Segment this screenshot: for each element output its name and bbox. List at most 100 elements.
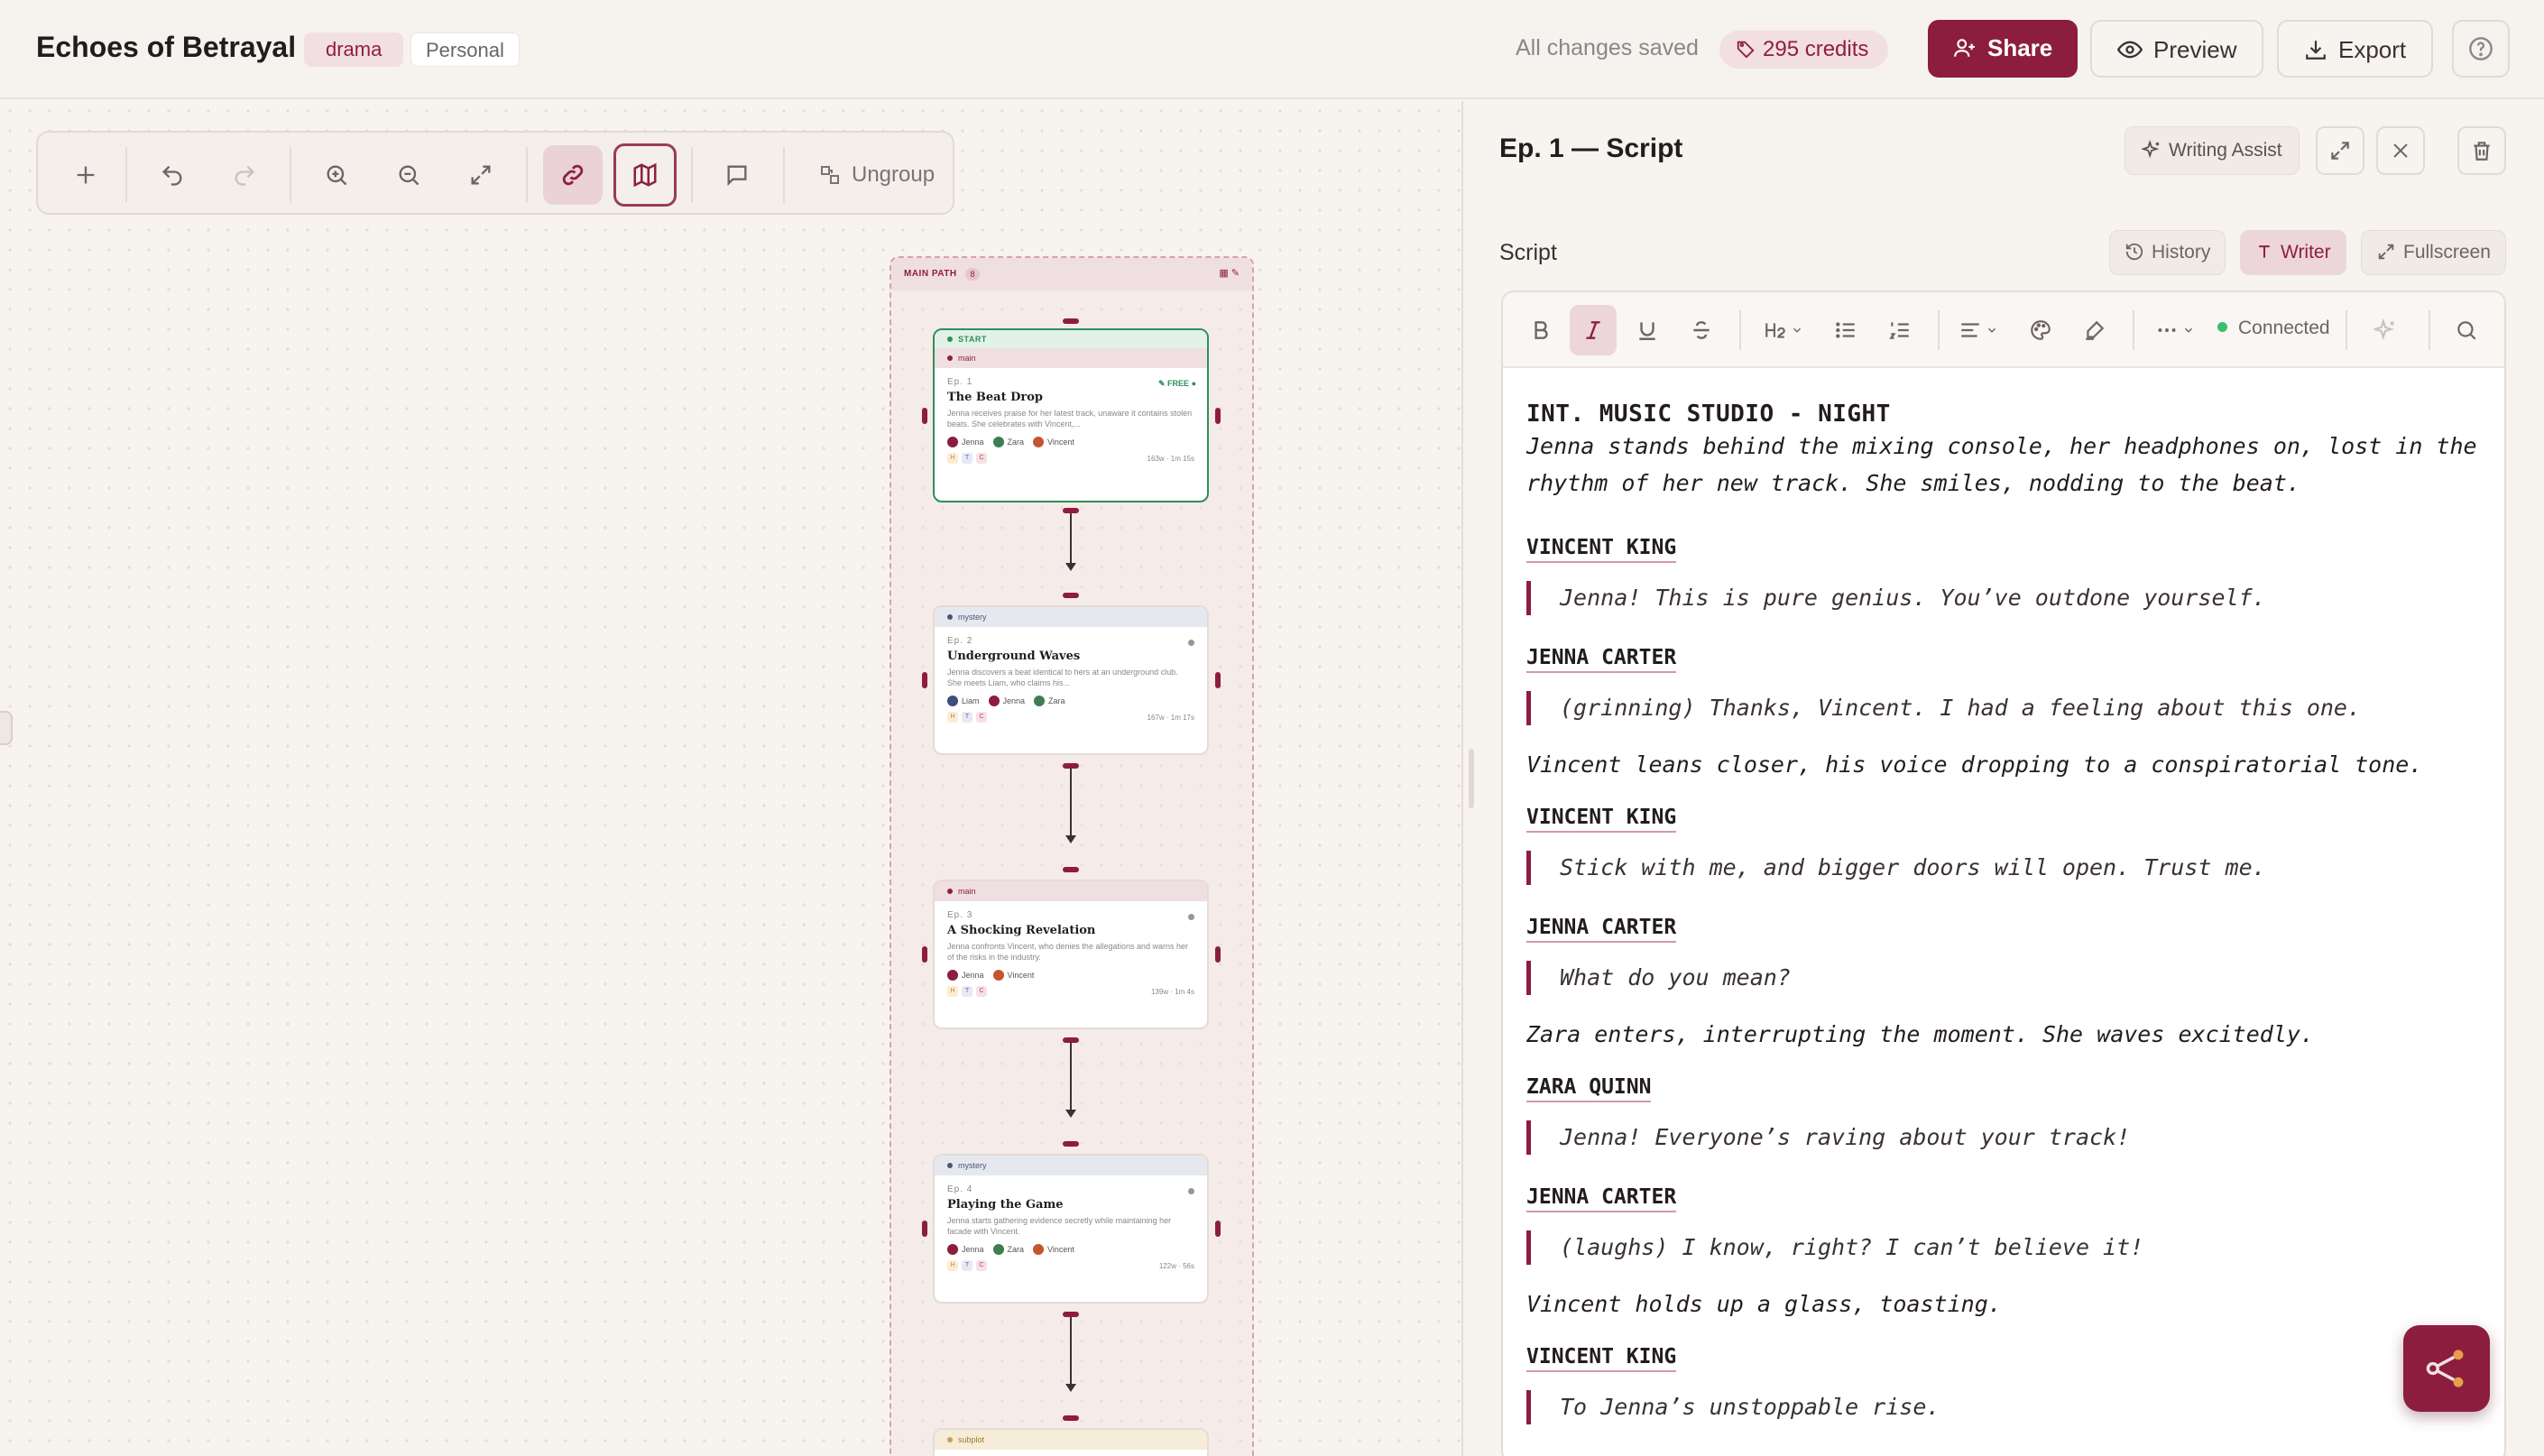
ai-assist-button[interactable] bbox=[2362, 305, 2409, 355]
undo-button[interactable] bbox=[143, 145, 202, 205]
visibility-tag[interactable]: Personal bbox=[410, 32, 520, 67]
share-button[interactable]: Share bbox=[1928, 20, 2079, 78]
episode-card[interactable]: subplot bbox=[933, 1428, 1209, 1456]
character-chip: Jenna bbox=[947, 1244, 984, 1255]
expand-icon bbox=[2331, 142, 2349, 160]
expand-panel-button[interactable] bbox=[2316, 126, 2364, 175]
connect-tool-button[interactable] bbox=[543, 145, 603, 205]
port-left[interactable] bbox=[922, 1221, 927, 1237]
redo-button[interactable] bbox=[215, 145, 274, 205]
history-button[interactable]: History bbox=[2109, 230, 2226, 275]
strikethrough-button[interactable] bbox=[1678, 305, 1725, 355]
category-label: main bbox=[935, 348, 1207, 368]
italic-button[interactable] bbox=[1570, 305, 1617, 355]
port-left[interactable] bbox=[922, 672, 927, 688]
connector-line[interactable] bbox=[1070, 1043, 1072, 1111]
port-right[interactable] bbox=[1215, 672, 1221, 688]
close-panel-button[interactable] bbox=[2376, 126, 2425, 175]
share-graph-fab[interactable] bbox=[2403, 1325, 2490, 1412]
group-actions[interactable]: ▦ ✎ bbox=[1219, 267, 1240, 279]
group-header: MAIN PATH 8 ▦ ✎ bbox=[891, 258, 1252, 290]
add-node-button[interactable] bbox=[56, 145, 115, 205]
writing-assist-button[interactable]: Writing Assist bbox=[2125, 126, 2300, 175]
character-chip: Vincent bbox=[992, 970, 1035, 981]
dialogue-line: Jenna! This is pure genius. You’ve outdo… bbox=[1526, 581, 2266, 615]
search-icon bbox=[2457, 321, 2476, 340]
sparkles-icon bbox=[2373, 318, 2394, 341]
numbered-list-button[interactable] bbox=[1876, 305, 1923, 355]
character-name: Zara bbox=[1007, 438, 1025, 447]
share-label: Share bbox=[1987, 34, 2053, 61]
comment-button[interactable] bbox=[707, 145, 767, 205]
color-button[interactable] bbox=[2017, 305, 2064, 355]
dialogue-line: What do you mean? bbox=[1526, 961, 1791, 995]
bold-button[interactable] bbox=[1517, 305, 1564, 355]
episode-card[interactable]: mystery Ep. 4 Playing the Game Jenna sta… bbox=[933, 1154, 1209, 1304]
more-options-dropdown[interactable] bbox=[2145, 305, 2205, 355]
character-name: Vincent bbox=[1007, 971, 1035, 980]
port-top[interactable] bbox=[1063, 1415, 1079, 1421]
fullscreen-button[interactable]: Fullscreen bbox=[2361, 230, 2506, 275]
port-left[interactable] bbox=[922, 946, 927, 963]
port-top[interactable] bbox=[1063, 1141, 1079, 1147]
character-chip: Liam bbox=[947, 696, 980, 706]
connector-line[interactable] bbox=[1070, 513, 1072, 564]
panel-title: Ep. 1 — Script bbox=[1499, 134, 1683, 163]
character-chip: Zara bbox=[992, 437, 1025, 447]
bold-icon bbox=[1535, 321, 1548, 339]
search-button[interactable] bbox=[2443, 305, 2490, 355]
zoom-out-button[interactable] bbox=[379, 145, 438, 205]
bullet-list-icon bbox=[1836, 322, 1855, 338]
genre-tag[interactable]: drama bbox=[304, 32, 404, 67]
sidebar-toggle[interactable] bbox=[0, 711, 13, 745]
script-editor[interactable]: Connected INT. MUSIC STUDIO - NIGHT Jenn… bbox=[1501, 290, 2506, 1456]
fit-view-button[interactable] bbox=[451, 145, 511, 205]
undo-icon bbox=[162, 165, 182, 186]
episode-card[interactable]: mystery Ep. 2 Underground Waves Jenna di… bbox=[933, 605, 1209, 755]
credits-badge[interactable]: 295 credits bbox=[1719, 31, 1889, 69]
port-top[interactable] bbox=[1063, 593, 1079, 598]
port-right[interactable] bbox=[1215, 946, 1221, 963]
project-title[interactable]: Echoes of Betrayal bbox=[36, 31, 296, 64]
port-right[interactable] bbox=[1215, 1221, 1221, 1237]
character-list: Jenna Zara Vincent bbox=[947, 437, 1194, 447]
zoom-in-icon bbox=[327, 165, 347, 186]
add-user-icon bbox=[1954, 39, 1975, 57]
badge-list: H T C bbox=[947, 1260, 987, 1271]
preview-button[interactable]: Preview bbox=[2090, 20, 2264, 78]
align-dropdown[interactable] bbox=[1949, 305, 2008, 355]
connection-status: Connected bbox=[2217, 318, 2330, 339]
action-line: Jenna stands behind the mixing console, … bbox=[1526, 433, 2477, 496]
underline-button[interactable] bbox=[1624, 305, 1671, 355]
text-icon bbox=[2259, 245, 2270, 258]
episode-card[interactable]: main Ep. 3 A Shocking Revelation Jenna c… bbox=[933, 880, 1209, 1029]
heading-icon bbox=[1765, 323, 1785, 338]
port-left[interactable] bbox=[922, 408, 927, 424]
port-top[interactable] bbox=[1063, 318, 1079, 324]
writer-mode-button[interactable]: Writer bbox=[2240, 230, 2346, 275]
ungroup-button[interactable]: Ungroup bbox=[783, 145, 935, 205]
map-view-button[interactable] bbox=[613, 143, 677, 207]
highlight-button[interactable] bbox=[2071, 305, 2118, 355]
zoom-in-button[interactable] bbox=[307, 145, 366, 205]
category-label: mystery bbox=[935, 607, 1207, 627]
align-left-icon bbox=[1961, 323, 1979, 337]
heading-dropdown[interactable] bbox=[1754, 305, 1813, 355]
character-name: Vincent bbox=[1047, 438, 1074, 447]
port-top[interactable] bbox=[1063, 867, 1079, 872]
connector-line[interactable] bbox=[1070, 769, 1072, 837]
export-button[interactable]: Export bbox=[2277, 20, 2434, 78]
status-dot bbox=[1188, 914, 1194, 920]
palette-icon bbox=[2031, 320, 2051, 340]
help-button[interactable] bbox=[2452, 20, 2510, 78]
episode-description: Jenna starts gathering evidence secretly… bbox=[947, 1216, 1172, 1236]
help-icon bbox=[2469, 37, 2493, 60]
panel-resize-handle[interactable] bbox=[1469, 749, 1474, 808]
episode-card[interactable]: START main Ep. 1 ✎ FREE ● The Beat Drop … bbox=[933, 328, 1209, 502]
ungroup-icon bbox=[821, 166, 839, 184]
port-right[interactable] bbox=[1215, 408, 1221, 424]
strikethrough-icon bbox=[1693, 321, 1710, 339]
delete-button[interactable] bbox=[2457, 126, 2506, 175]
bullet-list-button[interactable] bbox=[1822, 305, 1869, 355]
connector-line[interactable] bbox=[1070, 1317, 1072, 1386]
